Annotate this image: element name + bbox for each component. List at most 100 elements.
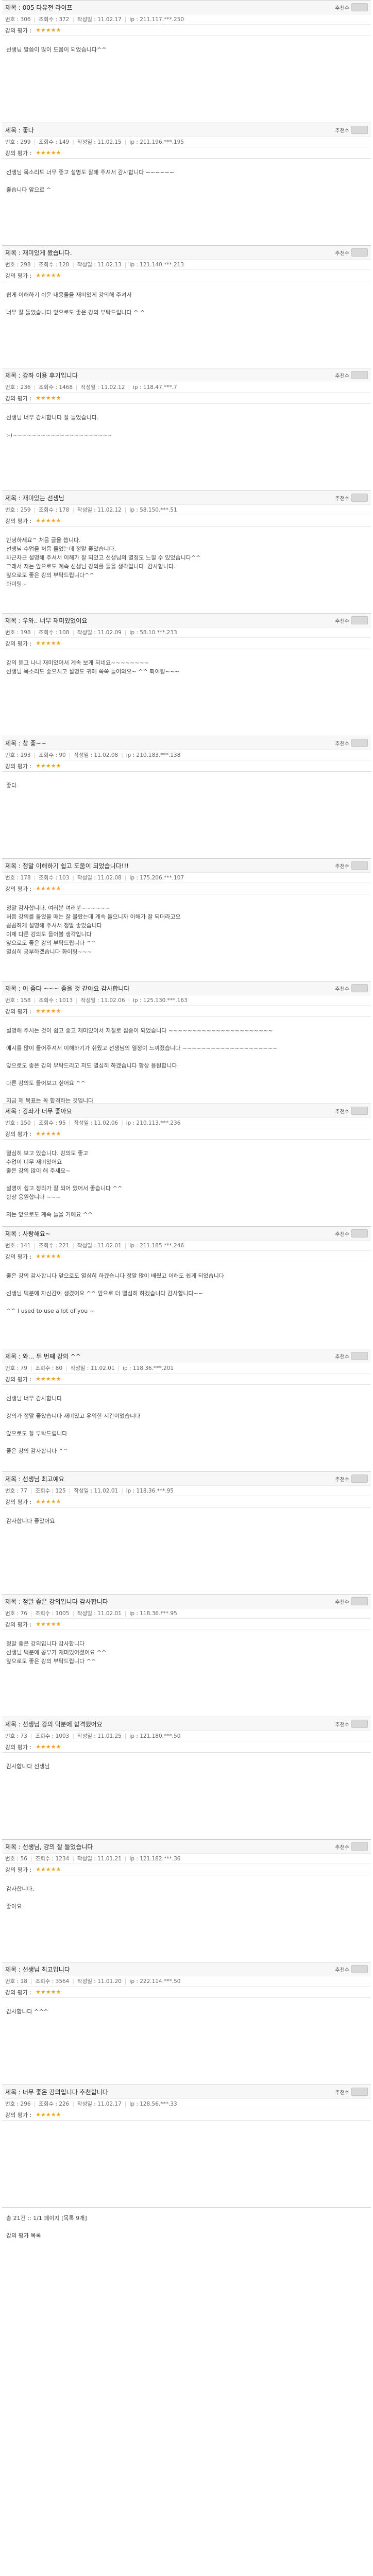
review-number: 번호 : 18	[5, 1978, 27, 1985]
recommend-area: 추천수	[335, 1842, 368, 1851]
recommend-button[interactable]	[351, 248, 368, 257]
review-title[interactable]: 제목 : 이 좋다 ~~~ 좋을 것 같아요 감사합니다	[5, 984, 129, 993]
recommend-button[interactable]	[351, 126, 368, 134]
meta-separator: |	[33, 506, 36, 513]
review-body: 정말 감사합니다. 여러분 여러분~~~~~~ 처음 강의를 들었을 때는 잘 …	[6, 905, 181, 955]
review-title[interactable]: 제목 : 와... 두 번째 강의 ^^	[5, 1352, 81, 1361]
review-title-row: 제목 : 정말 좋은 강의입니다 감사합니다 추천수	[2, 1595, 371, 1608]
review-title[interactable]: 제목 : 선생님 최고예요	[5, 1475, 64, 1483]
meta-separator: |	[72, 1242, 74, 1249]
review-body: 선생님 너무 감사합니다 강의가 정말 좋았습니다 재미있고 유익한 시간이었습…	[6, 1395, 141, 1454]
review-date: 작성일 : 11.01.21	[77, 1856, 122, 1862]
recommend-area: 추천수	[335, 1597, 368, 1605]
review-ip: ip : 118.36.***.201	[123, 1365, 174, 1371]
meta-separator: |	[121, 1120, 123, 1126]
meta-separator: |	[65, 1365, 67, 1371]
review-title-row: 제목 : 선생님, 강의 잘 들었습니다 추천수	[2, 1840, 371, 1853]
review-date: 작성일 : 11.02.01	[70, 1365, 115, 1371]
review-title-row: 제목 : 선생님 강의 덕분에 합격했어요 추천수	[2, 1717, 371, 1731]
review-number: 번호 : 79	[5, 1365, 27, 1371]
recommend-button[interactable]	[351, 984, 368, 992]
meta-separator: |	[124, 629, 127, 636]
review-views: 조회수 : 1234	[35, 1856, 70, 1862]
rating-label: 강의 평가 :	[5, 1253, 32, 1260]
recommend-button[interactable]	[351, 1842, 368, 1851]
review-title[interactable]: 제목 : 재미있는 선생님	[5, 494, 64, 502]
meta-separator: |	[72, 16, 74, 23]
review-title[interactable]: 제목 : 사랑해요~	[5, 1229, 50, 1238]
recommend-button[interactable]	[351, 1107, 368, 1115]
recommend-button[interactable]	[351, 1475, 368, 1483]
review-title[interactable]: 제목 : 선생님 최고입니다	[5, 1965, 70, 1974]
review-header: 제목 : 선생님 강의 덕분에 합격했어요 추천수 번호 : 73 | 조회수 …	[2, 1717, 371, 1753]
recommend-button[interactable]	[351, 616, 368, 624]
review-meta: 번호 : 150 | 조회수 : 95 | 작성일 : 11.02.06 | i…	[2, 1117, 371, 1128]
review-ip: ip : 222.114.***.50	[129, 1978, 181, 1985]
rating-label: 강의 평가 :	[5, 395, 32, 402]
review-title[interactable]: 제목 : 너무 좋은 강의입니다 추천합니다	[5, 2088, 108, 2096]
review-ip: ip : 121.140.***.213	[129, 261, 184, 268]
review-title[interactable]: 제목 : 005 다유전 라이프	[5, 3, 73, 12]
recommend-button[interactable]	[351, 1229, 368, 1238]
review-title[interactable]: 제목 : 참 좋~~	[5, 739, 46, 748]
review-board: 제목 : 005 다유전 라이프 추천수 번호 : 306 | 조회수 : 37…	[0, 0, 373, 2207]
review-views: 조회수 : 226	[39, 2101, 70, 2107]
review-rating: 강의 평가 : ★★★★★	[2, 1005, 371, 1016]
review-title[interactable]: 제목 : 선생님 강의 덕분에 합격했어요	[5, 1720, 103, 1728]
recommend-button[interactable]	[351, 1965, 368, 1973]
review-number: 번호 : 299	[5, 139, 31, 145]
review-title-row: 제목 : 선생님 최고입니다 추천수	[2, 1962, 371, 1976]
review-item: 제목 : 와... 두 번째 강의 ^^ 추천수 번호 : 79 | 조회수 :…	[0, 1349, 373, 1471]
review-ip: ip : 211.117.***.250	[129, 16, 184, 23]
review-title-row: 제목 : 강좌가 너무 좋아요 추천수	[2, 1104, 371, 1117]
review-title-row: 제목 : 재미있게 봤습니다. 추천수	[2, 246, 371, 259]
review-title[interactable]: 제목 : 좋다	[5, 126, 34, 134]
recommend-area: 추천수	[335, 126, 368, 134]
review-meta: 번호 : 193 | 조회수 : 90 | 작성일 : 11.02.08 | i…	[2, 750, 371, 760]
review-views: 조회수 : 103	[39, 875, 70, 881]
review-title[interactable]: 제목 : 정말 좋은 강의입니다 감사합니다	[5, 1597, 108, 1606]
review-title[interactable]: 제목 : 재미있게 봤습니다.	[5, 248, 72, 257]
recommend-button[interactable]	[351, 1720, 368, 1728]
review-title[interactable]: 제목 : 선생님, 강의 잘 들었습니다	[5, 1842, 93, 1851]
recommend-button[interactable]	[351, 1597, 368, 1605]
review-ip: ip : 211.185.***.246	[129, 1242, 184, 1249]
review-title[interactable]: 제목 : 우와.. 너무 재미있었어요	[5, 616, 87, 625]
rating-label: 강의 평가 :	[5, 27, 32, 34]
review-item: 제목 : 강좌가 너무 좋아요 추천수 번호 : 150 | 조회수 : 95 …	[0, 1104, 373, 1226]
recommend-button[interactable]	[351, 861, 368, 870]
review-rating: 강의 평가 : ★★★★★	[2, 1250, 371, 1262]
review-meta: 번호 : 296 | 조회수 : 226 | 작성일 : 11.02.17 | …	[2, 2098, 371, 2109]
meta-separator: |	[30, 1365, 32, 1371]
review-title[interactable]: 제목 : 강좌가 너무 좋아요	[5, 1107, 72, 1115]
review-date: 작성일 : 11.02.13	[77, 262, 122, 268]
recommend-button[interactable]	[351, 1352, 368, 1360]
review-title[interactable]: 제목 : 강좌 이용 후기입니다	[5, 371, 78, 380]
meta-separator: |	[33, 752, 36, 758]
meta-separator: |	[121, 752, 123, 758]
recommend-area: 추천수	[335, 1965, 368, 1973]
recommend-button[interactable]	[351, 739, 368, 747]
review-rating: 강의 평가 : ★★★★★	[2, 1496, 371, 1507]
review-title[interactable]: 제목 : 정말 이해하기 쉽고 도움이 되었습니다!!!	[5, 861, 129, 870]
review-number: 번호 : 178	[5, 875, 31, 881]
review-item: 제목 : 선생님 최고예요 추천수 번호 : 77 | 조회수 : 125 | …	[0, 1471, 373, 1594]
recommend-button[interactable]	[351, 3, 368, 11]
review-title-row: 제목 : 우와.. 너무 재미있었어요 추천수	[2, 614, 371, 627]
meta-separator: |	[72, 1855, 74, 1862]
rating-label: 강의 평가 :	[5, 149, 32, 157]
review-rating: 강의 평가 : ★★★★★	[2, 1986, 371, 1997]
meta-separator: |	[33, 997, 36, 1004]
review-views: 조회수 : 80	[35, 1365, 63, 1371]
review-title-row: 제목 : 재미있는 선생님 추천수	[2, 491, 371, 504]
recommend-label: 추천수	[335, 618, 349, 624]
review-number: 번호 : 198	[5, 630, 31, 636]
meta-separator: |	[124, 506, 127, 513]
review-item: 제목 : 재미있게 봤습니다. 추천수 번호 : 298 | 조회수 : 128…	[0, 245, 373, 368]
recommend-button[interactable]	[351, 2088, 368, 2096]
recommend-button[interactable]	[351, 494, 368, 502]
review-header: 제목 : 와... 두 번째 강의 ^^ 추천수 번호 : 79 | 조회수 :…	[2, 1349, 371, 1385]
review-item: 제목 : 참 좋~~ 추천수 번호 : 193 | 조회수 : 90 | 작성일…	[0, 736, 373, 858]
recommend-button[interactable]	[351, 371, 368, 379]
meta-separator: |	[33, 874, 36, 881]
